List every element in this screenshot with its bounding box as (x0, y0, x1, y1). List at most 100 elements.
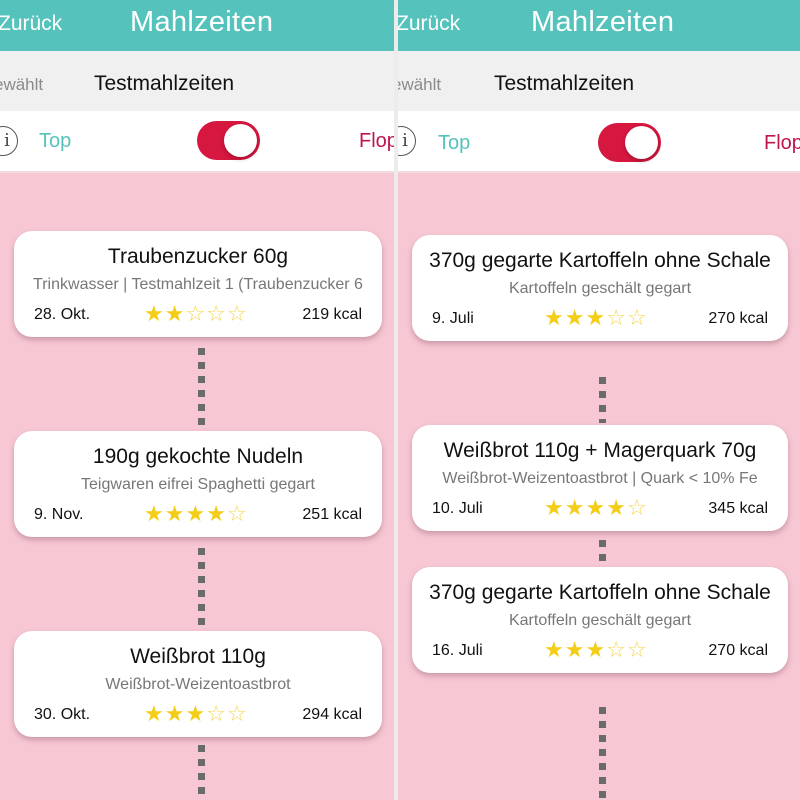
star-filled-icon: ★ (206, 502, 227, 527)
back-button[interactable]: Zurück (0, 12, 62, 36)
filter-bar[interactable]: ewählt Testmahlzeiten (0, 51, 394, 111)
meal-subtitle: Kartoffeln geschält gegart (508, 280, 692, 297)
star-empty-icon: ☆ (226, 502, 248, 527)
star-rating: ★★★☆☆ (544, 306, 648, 331)
navbar: Zurück Mahlzeiten (398, 0, 800, 51)
star-filled-icon: ★ (185, 502, 207, 527)
star-filled-icon: ★ (564, 638, 586, 663)
meal-date: 28. Okt. (34, 306, 91, 323)
meal-title: 190g gekochte Nudeln (92, 445, 304, 468)
star-empty-icon: ☆ (185, 302, 207, 327)
star-filled-icon: ★ (544, 306, 565, 331)
star-rating: ★★★☆☆ (144, 702, 248, 727)
star-empty-icon: ☆ (206, 702, 227, 727)
star-filled-icon: ★ (585, 306, 607, 331)
meal-card[interactable]: Traubenzucker 60g Trinkwasser | Testmahl… (14, 231, 382, 337)
meal-kcal: 219 kcal (302, 306, 362, 323)
star-empty-icon: ☆ (606, 638, 627, 663)
meal-card[interactable]: 370g gegarte Kartoffeln ohne Schale Kart… (412, 235, 788, 341)
back-button[interactable]: Zurück (398, 12, 460, 36)
meal-card[interactable]: Weißbrot 110g Weißbrot-Weizentoastbrot 3… (14, 631, 382, 737)
meal-date: 10. Juli (432, 500, 483, 517)
meal-date: 9. Nov. (34, 506, 84, 523)
star-rating: ★★★★☆ (544, 496, 648, 521)
meal-timeline: Traubenzucker 60g Trinkwasser | Testmahl… (0, 175, 394, 800)
star-empty-icon: ☆ (226, 702, 248, 727)
meal-title: Traubenzucker 60g (107, 245, 289, 268)
timeline-connector (599, 377, 606, 423)
star-filled-icon: ★ (164, 502, 186, 527)
screen-right: Zurück Mahlzeiten ewählt Testmahlzeiten … (398, 0, 800, 800)
timeline-connector (198, 548, 205, 632)
top-label[interactable]: Top (39, 130, 71, 153)
meal-title: Weißbrot 110g + Magerquark 70g (443, 439, 757, 462)
star-filled-icon: ★ (564, 306, 586, 331)
star-empty-icon: ☆ (206, 302, 227, 327)
timeline-connector (198, 348, 205, 432)
top-flop-bar: i Top Flop (398, 111, 800, 173)
meal-kcal: 270 kcal (708, 310, 768, 327)
filter-value[interactable]: Testmahlzeiten (94, 72, 234, 96)
filter-bar[interactable]: ewählt Testmahlzeiten (398, 51, 800, 111)
navbar: Zurück Mahlzeiten (0, 0, 394, 51)
star-filled-icon: ★ (544, 638, 565, 663)
page-title: Mahlzeiten (531, 6, 675, 38)
star-empty-icon: ☆ (626, 306, 648, 331)
meal-card[interactable]: 190g gekochte Nudeln Teigwaren eifrei Sp… (14, 431, 382, 537)
flop-label[interactable]: Flop (359, 130, 394, 153)
meal-title: Weißbrot 110g (130, 645, 266, 668)
star-filled-icon: ★ (144, 302, 165, 327)
meal-subtitle: Weißbrot-Weizentoastbrot (105, 676, 291, 693)
star-empty-icon: ☆ (226, 302, 248, 327)
meal-subtitle: Weißbrot-Weizentoastbrot | Quark < 10% F… (442, 470, 758, 487)
meal-kcal: 251 kcal (302, 506, 362, 523)
info-icon[interactable]: i (398, 126, 416, 156)
timeline-connector (198, 745, 205, 800)
meal-card[interactable]: Weißbrot 110g + Magerquark 70g Weißbrot-… (412, 425, 788, 531)
star-filled-icon: ★ (585, 638, 607, 663)
toggle-knob[interactable] (224, 124, 257, 157)
meal-kcal: 345 kcal (708, 500, 768, 517)
star-filled-icon: ★ (544, 496, 565, 521)
star-empty-icon: ☆ (626, 496, 648, 521)
page-title: Mahlzeiten (130, 6, 274, 38)
star-filled-icon: ★ (585, 496, 607, 521)
star-rating: ★★☆☆☆ (144, 302, 248, 327)
meal-kcal: 294 kcal (302, 706, 362, 723)
meal-subtitle: Kartoffeln geschält gegart (508, 612, 692, 629)
meal-card[interactable]: 370g gegarte Kartoffeln ohne Schale Kart… (412, 567, 788, 673)
meal-date: 16. Juli (432, 642, 483, 659)
meal-kcal: 270 kcal (708, 642, 768, 659)
meal-title: 370g gegarte Kartoffeln ohne Schale (429, 249, 771, 272)
star-filled-icon: ★ (144, 502, 165, 527)
meal-title: 370g gegarte Kartoffeln ohne Schale (429, 581, 771, 604)
top-flop-toggle[interactable] (197, 121, 260, 160)
star-empty-icon: ☆ (626, 638, 648, 663)
top-flop-bar: i Top Flop (0, 111, 394, 173)
filter-value[interactable]: Testmahlzeiten (494, 72, 634, 96)
screen-left: Zurück Mahlzeiten ewählt Testmahlzeiten … (0, 0, 394, 800)
meal-subtitle: Trinkwasser | Testmahlzeit 1 (Traubenzuc… (33, 276, 363, 293)
flop-label[interactable]: Flop (764, 132, 800, 155)
timeline-connector (599, 707, 606, 800)
star-filled-icon: ★ (564, 496, 586, 521)
star-rating: ★★★☆☆ (544, 638, 648, 663)
filter-label: ewählt (0, 75, 44, 94)
star-filled-icon: ★ (144, 702, 165, 727)
meal-subtitle: Teigwaren eifrei Spaghetti gegart (81, 476, 315, 493)
filter-label: ewählt (398, 75, 442, 94)
meal-timeline: 370g gegarte Kartoffeln ohne Schale Kart… (398, 175, 800, 800)
star-rating: ★★★★☆ (144, 502, 248, 527)
timeline-connector (599, 540, 606, 568)
star-filled-icon: ★ (164, 702, 186, 727)
star-empty-icon: ☆ (606, 306, 627, 331)
top-label[interactable]: Top (438, 132, 470, 155)
star-filled-icon: ★ (606, 496, 627, 521)
star-filled-icon: ★ (164, 302, 186, 327)
meal-date: 9. Juli (432, 310, 474, 327)
top-flop-toggle[interactable] (598, 123, 661, 162)
meal-date: 30. Okt. (34, 706, 91, 723)
info-icon[interactable]: i (0, 126, 18, 156)
toggle-knob[interactable] (625, 126, 658, 159)
star-filled-icon: ★ (185, 702, 207, 727)
